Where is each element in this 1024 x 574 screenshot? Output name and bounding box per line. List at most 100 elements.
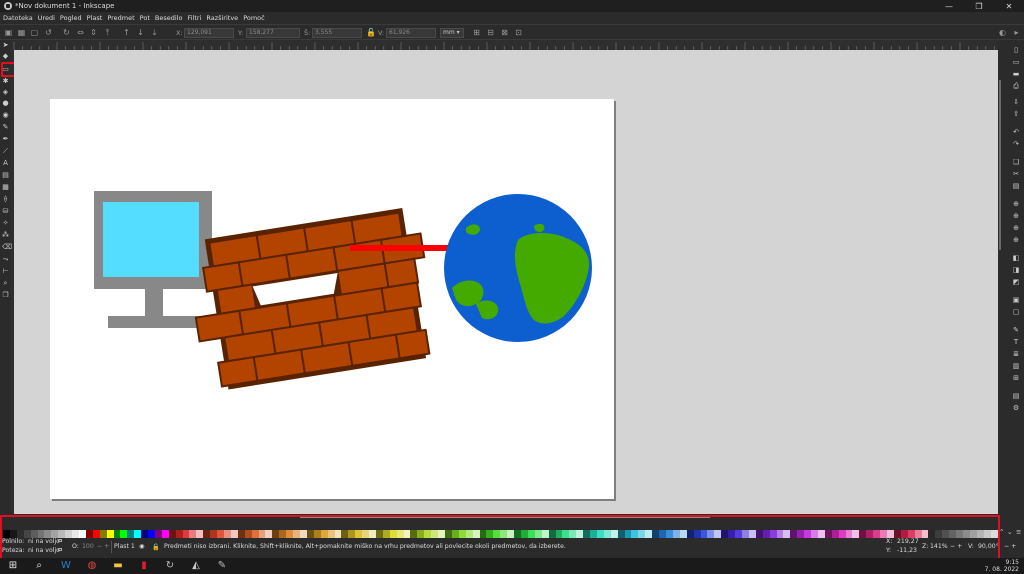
lock-icon[interactable]: 🔓 xyxy=(366,28,376,37)
deselect-icon[interactable]: ▢ xyxy=(30,28,39,37)
lower-to-bottom-icon[interactable]: ⤓ xyxy=(150,28,159,37)
menu-extensions[interactable]: Razširitve xyxy=(206,14,238,22)
width-input[interactable]: 3,555 xyxy=(312,28,362,38)
zoom-drawing-icon[interactable]: ⊕ xyxy=(1012,212,1020,220)
text-tool-icon[interactable]: A xyxy=(2,160,9,167)
vertical-scroll-thumb[interactable] xyxy=(999,80,1001,250)
scale-corners-icon[interactable]: ⊟ xyxy=(486,28,495,37)
rotation-stepper-icon[interactable]: − + xyxy=(1004,543,1016,550)
mesh-tool-icon[interactable]: ▦ xyxy=(2,184,9,191)
import-icon[interactable]: ⇩ xyxy=(1012,98,1020,106)
select-all-layers-icon[interactable]: ▦ xyxy=(17,28,26,37)
box3d-tool-icon[interactable]: ◈ xyxy=(2,89,9,96)
menu-layer[interactable]: Plast xyxy=(87,14,103,22)
inkscape-taskbar-icon[interactable]: ◭ xyxy=(190,560,202,572)
minimize-button[interactable]: — xyxy=(934,0,964,12)
menu-object[interactable]: Predmet xyxy=(107,14,134,22)
ungroup-icon[interactable]: ▢ xyxy=(1012,308,1020,316)
file-explorer-icon[interactable]: ▬ xyxy=(112,560,124,572)
text-font-icon[interactable]: T xyxy=(1012,338,1020,346)
zoom-tool-icon[interactable]: ⌕ xyxy=(2,280,9,287)
restore-button[interactable]: ❐ xyxy=(964,0,994,12)
move-patterns-icon[interactable]: ⊡ xyxy=(514,28,523,37)
pages-tool-icon[interactable]: ❐ xyxy=(2,292,9,299)
monitor[interactable] xyxy=(94,191,212,328)
zoom-selection-icon[interactable]: ⊕ xyxy=(1012,200,1020,208)
raise-icon[interactable]: ↑ xyxy=(122,28,131,37)
rotate-ccw-icon[interactable]: ↺ xyxy=(44,28,53,37)
pen-tool-icon[interactable]: ✒ xyxy=(2,136,9,143)
new-document-icon[interactable]: ▯ xyxy=(1012,46,1020,54)
palette-menu-icon[interactable]: ≡ xyxy=(1016,528,1021,536)
zoom-width-icon[interactable]: ⊕ xyxy=(1012,236,1020,244)
spiral-tool-icon[interactable]: ◉ xyxy=(2,112,9,119)
system-clock[interactable]: 9:15 7. 08. 2022 xyxy=(985,559,1019,573)
menu-path[interactable]: Pot xyxy=(140,14,150,22)
paint-bucket-tool-icon[interactable]: ⛁ xyxy=(2,208,9,215)
palette-scroll-down-icon[interactable]: ⌄ xyxy=(1007,528,1012,536)
star-tool-icon[interactable]: ✱ xyxy=(2,78,9,85)
select-all-icon[interactable]: ▣ xyxy=(4,28,13,37)
xml-editor-icon[interactable]: ▥ xyxy=(1012,362,1020,370)
copy-icon[interactable]: ❏ xyxy=(1012,158,1020,166)
zoom-page-icon[interactable]: ⊕ xyxy=(1012,224,1020,232)
search-icon[interactable]: ⌕ xyxy=(33,560,45,572)
gradient-tool-icon[interactable]: ▤ xyxy=(2,172,9,179)
globe[interactable] xyxy=(444,194,592,342)
menu-file[interactable]: Datoteka xyxy=(3,14,33,22)
undo-icon[interactable]: ↶ xyxy=(1012,128,1020,136)
ellipse-tool-icon[interactable]: ● xyxy=(2,100,9,107)
paste-icon[interactable]: ▤ xyxy=(1012,182,1020,190)
save-document-icon[interactable]: ▬ xyxy=(1012,70,1020,78)
unlink-clone-icon[interactable]: ◩ xyxy=(1012,278,1020,286)
scale-stroke-icon[interactable]: ⊞ xyxy=(472,28,481,37)
red-app-icon[interactable]: ▮ xyxy=(138,560,150,572)
y-input[interactable]: 158,277 xyxy=(246,28,300,38)
document-properties-icon[interactable]: ▤ xyxy=(1012,392,1020,400)
open-document-icon[interactable]: ▭ xyxy=(1012,58,1020,66)
layers-icon[interactable]: ≣ xyxy=(1012,350,1020,358)
word-app-icon[interactable]: W xyxy=(60,560,72,572)
unit-select[interactable]: mm ▾ xyxy=(440,28,464,38)
preferences-icon[interactable]: ⚙ xyxy=(1012,404,1020,412)
commands-toggle-icon[interactable]: ◐ xyxy=(998,28,1007,37)
close-button[interactable]: ✕ xyxy=(994,0,1024,12)
eraser-tool-icon[interactable]: ⌫ xyxy=(2,244,12,251)
canvas[interactable] xyxy=(14,50,998,514)
export-icon[interactable]: ⇧ xyxy=(1012,110,1020,118)
flip-horizontal-icon[interactable]: ⇔ xyxy=(76,28,85,37)
refresh-app-icon[interactable]: ↻ xyxy=(164,560,176,572)
dropper-tool-icon[interactable]: ⟠ xyxy=(2,196,9,203)
menu-help[interactable]: Pomoč xyxy=(243,14,265,22)
chrome-app-icon[interactable]: ◍ xyxy=(86,560,98,572)
pencil-tool-icon[interactable]: ✎ xyxy=(2,124,9,131)
snap-toggle-icon[interactable]: ▸ xyxy=(1012,28,1021,37)
align-distribute-icon[interactable]: ⊞ xyxy=(1012,374,1020,382)
print-icon[interactable]: ⎙ xyxy=(1012,82,1020,90)
flip-vertical-icon[interactable]: ⇕ xyxy=(89,28,98,37)
raise-to-top-icon[interactable]: ⤒ xyxy=(103,28,112,37)
brick-wall[interactable] xyxy=(184,206,440,393)
calligraphy-tool-icon[interactable]: ⟋ xyxy=(2,148,9,155)
menu-view[interactable]: Pogled xyxy=(60,14,82,22)
fill-stroke-icon[interactable]: ✎ xyxy=(1012,326,1020,334)
paint-app-icon[interactable]: ✎ xyxy=(216,560,228,572)
height-input[interactable]: 61,926 xyxy=(386,28,436,38)
clone-icon[interactable]: ◨ xyxy=(1012,266,1020,274)
measure-tool-icon[interactable]: ⊢ xyxy=(2,268,9,275)
tweak-tool-icon[interactable]: ✧ xyxy=(2,220,9,227)
menu-text[interactable]: Besedilo xyxy=(155,14,183,22)
group-icon[interactable]: ▣ xyxy=(1012,296,1020,304)
menu-filters[interactable]: Filtri xyxy=(187,14,201,22)
menu-edit[interactable]: Uredi xyxy=(38,14,55,22)
move-gradients-icon[interactable]: ⊠ xyxy=(500,28,509,37)
spray-tool-icon[interactable]: ⁂ xyxy=(2,232,9,239)
rotate-cw-icon[interactable]: ↻ xyxy=(62,28,71,37)
lower-icon[interactable]: ↓ xyxy=(136,28,145,37)
connector-tool-icon[interactable]: ⤳ xyxy=(2,256,9,263)
x-input[interactable]: 129,091 xyxy=(184,28,234,38)
node-tool-icon[interactable]: ◆ xyxy=(2,53,9,60)
selector-tool-arrow-icon[interactable]: ➤ xyxy=(2,42,9,49)
duplicate-icon[interactable]: ◧ xyxy=(1012,254,1020,262)
redo-icon[interactable]: ↷ xyxy=(1012,140,1020,148)
